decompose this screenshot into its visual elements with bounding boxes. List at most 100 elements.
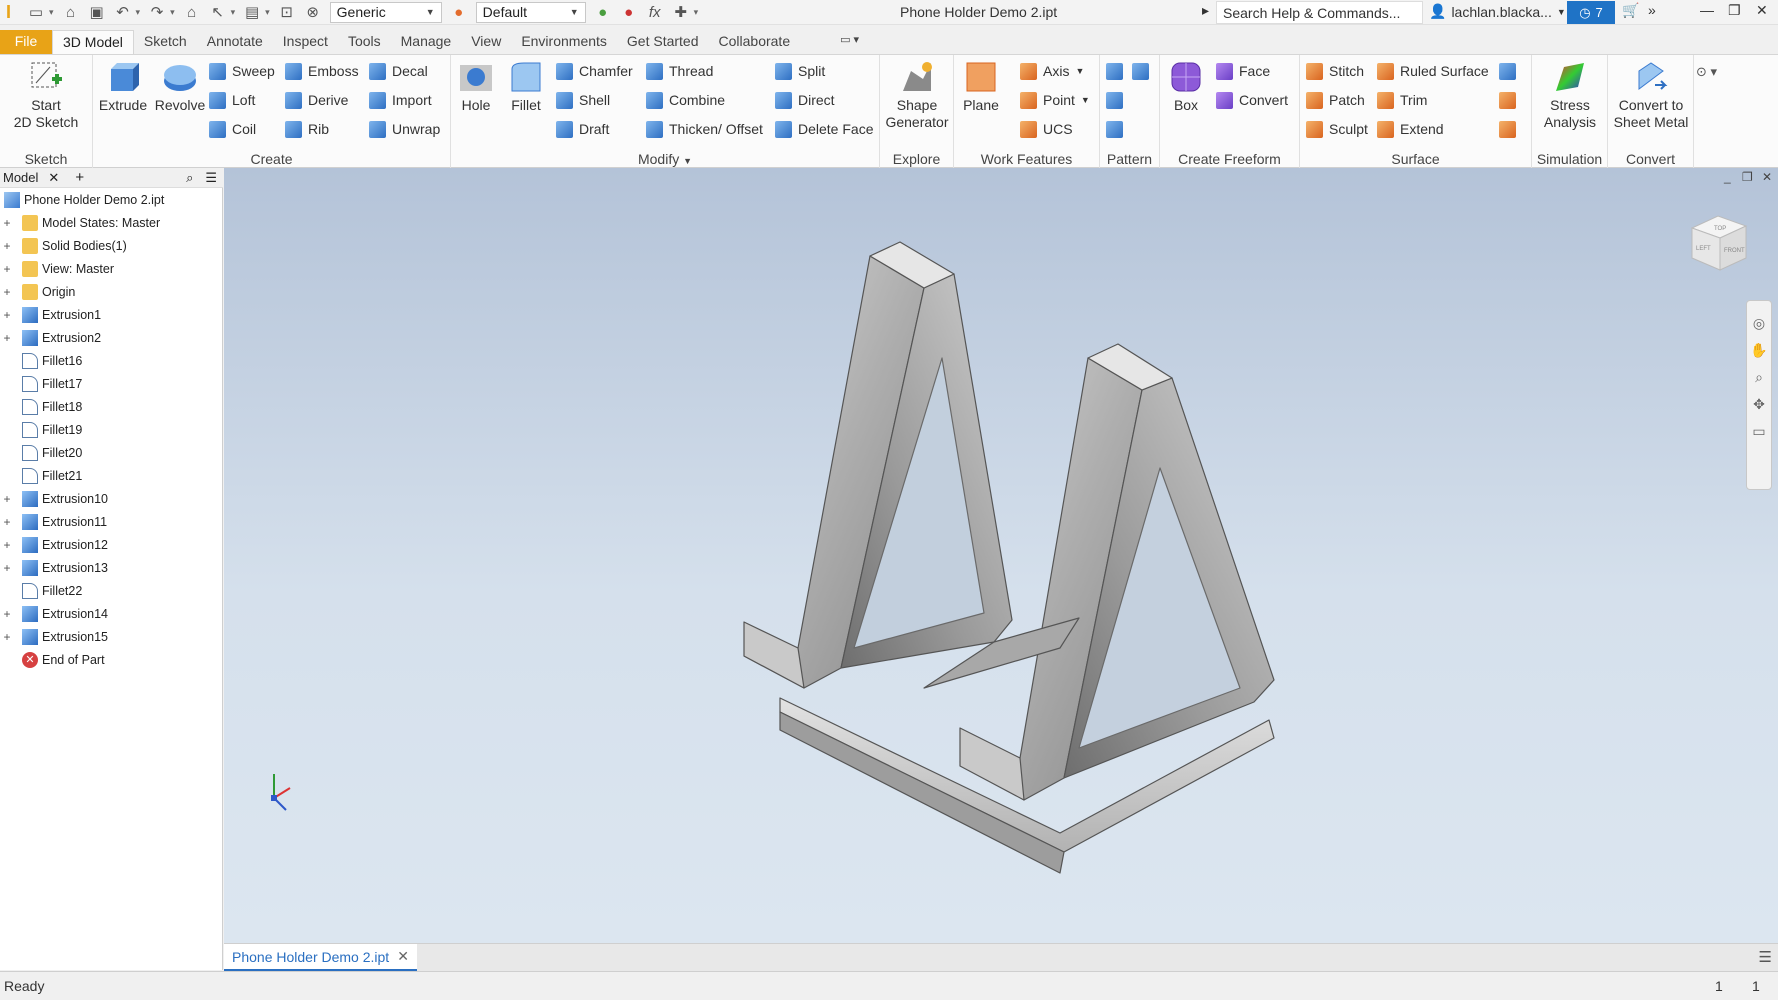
redo-dropdown-icon[interactable]: ▾ [170,7,175,18]
thread-button[interactable]: Thread [646,60,713,82]
patch-button[interactable]: Patch [1306,89,1365,111]
document-tab[interactable]: Phone Holder Demo 2.ipt ✕ [224,944,417,972]
surface-tool-2-button[interactable] [1499,89,1522,111]
browser-node[interactable]: Fillet22 [0,579,222,602]
menu-icon[interactable]: ☰ [205,170,217,186]
browser-node[interactable]: + Extrusion1 [0,303,222,326]
browser-node[interactable]: Fillet16 [0,349,222,372]
axis-button[interactable]: Axis ▼ [1020,60,1084,82]
close-icon[interactable]: ✕ [1756,2,1768,19]
viewport-minimize-icon[interactable]: _ [1724,170,1731,184]
graphics-viewport[interactable]: TOP LEFT FRONT ◎ ✋ ⌕ ✥ ▭ _ ❐ ✕ [224,168,1778,943]
extend-button[interactable]: Extend [1377,118,1444,140]
browser-node[interactable]: + Origin [0,280,222,303]
inventor-logo-icon[interactable]: I [6,2,11,23]
browser-node[interactable]: + Extrusion13 [0,556,222,579]
stitch-button[interactable]: Stitch [1306,60,1364,82]
orbit-icon[interactable]: ✥ [1753,396,1765,413]
material-select[interactable]: Generic ▼ [329,1,442,23]
browser-node[interactable]: + Extrusion15 [0,625,222,648]
ribbon-options-icon[interactable]: ⊙ ▾ [1696,61,1717,83]
redo-icon[interactable]: ↷ [146,1,168,23]
browser-node[interactable]: + Extrusion12 [0,533,222,556]
shell-button[interactable]: Shell [556,89,610,111]
notification-badge[interactable]: ◷ 7 [1567,1,1615,24]
ribbon-display-toggle-icon[interactable]: ▭ ▾ [830,30,869,54]
coil-button[interactable]: Coil [209,118,256,140]
browser-node[interactable]: + Extrusion2 [0,326,222,349]
update-icon[interactable]: ▤ [241,1,263,23]
browser-node[interactable]: Fillet21 [0,464,222,487]
select-icon[interactable]: ↖ [207,1,229,23]
surface-tool-1-button[interactable] [1499,60,1522,82]
select-dropdown-icon[interactable]: ▾ [231,7,236,18]
direct-button[interactable]: Direct [775,89,835,111]
browser-node[interactable]: Phone Holder Demo 2.ipt [0,188,222,211]
circular-pattern-button[interactable] [1106,89,1129,111]
mirror-button[interactable] [1132,60,1155,82]
tab-collaborate[interactable]: Collaborate [709,30,801,54]
browser-node[interactable]: + Extrusion10 [0,487,222,510]
fillet-button[interactable]: Fillet [503,59,549,114]
expand-toggle-icon[interactable]: + [0,515,14,529]
freeform-box-button[interactable]: Box [1164,59,1208,114]
undo-icon[interactable]: ↶ [112,1,134,23]
clear-appearance-icon[interactable]: ● [618,1,640,23]
minimize-icon[interactable]: — [1700,2,1714,18]
browser-node[interactable]: + Extrusion14 [0,602,222,625]
expand-toggle-icon[interactable]: + [0,331,14,345]
surface-tool-3-button[interactable] [1499,118,1522,140]
extrude-button[interactable]: Extrude [97,59,149,114]
close-icon[interactable]: ✕ [48,170,59,186]
adjust-appearance-icon[interactable]: ● [592,1,614,23]
close-icon[interactable]: ✕ [397,948,409,965]
trim-button[interactable]: Trim [1377,89,1427,111]
split-button[interactable]: Split [775,60,825,82]
rectangular-pattern-button[interactable] [1106,60,1129,82]
tab-sketch[interactable]: Sketch [134,30,197,54]
search-icon[interactable]: ⌕ [186,170,193,186]
tab-file[interactable]: File [0,30,52,54]
modify-group-menu[interactable]: Modify ▼ [451,151,879,167]
derive-button[interactable]: Derive [285,89,348,111]
thicken-offset-button[interactable]: Thicken/ Offset [646,118,763,140]
browser-node[interactable]: + Extrusion11 [0,510,222,533]
tab-menu-icon[interactable]: ☰ [1759,948,1772,966]
tab-environments[interactable]: Environments [511,30,617,54]
browser-node[interactable]: Fillet17 [0,372,222,395]
freeform-convert-button[interactable]: Convert [1216,89,1288,111]
view-cube[interactable]: TOP LEFT FRONT [1684,208,1754,278]
rib-button[interactable]: Rib [285,118,329,140]
browser-node[interactable]: Fillet19 [0,418,222,441]
plane-button[interactable]: Plane [958,59,1004,114]
expand-arrow-icon[interactable]: ▸ [1202,2,1209,19]
look-at-icon[interactable]: ▭ [1752,423,1765,440]
revolve-button[interactable]: Revolve [149,59,211,114]
zoom-icon[interactable]: ⌕ [1755,369,1763,386]
new-file-icon[interactable]: ▭ [25,1,47,23]
tab-view[interactable]: View [461,30,511,54]
expand-toggle-icon[interactable]: + [0,561,14,575]
chamfer-button[interactable]: Chamfer [556,60,633,82]
new-dropdown-icon[interactable]: ▾ [49,7,54,18]
parameters-fx-icon[interactable]: fx [644,1,666,23]
delete-face-button[interactable]: Delete Face [775,118,873,140]
start-2d-sketch-button[interactable]: Start 2D Sketch [10,59,82,131]
viewport-close-icon[interactable]: ✕ [1762,170,1772,184]
save-icon[interactable]: ▣ [86,1,108,23]
stress-analysis-button[interactable]: Stress Analysis [1536,59,1604,131]
restore-icon[interactable]: ❐ [1728,2,1741,19]
expand-toggle-icon[interactable]: + [0,239,14,253]
browser-node[interactable]: + Solid Bodies(1) [0,234,222,257]
emboss-button[interactable]: Emboss [285,60,359,82]
browser-node[interactable]: + View: Master [0,257,222,280]
point-button[interactable]: Point ▼ [1020,89,1090,111]
open-folder-icon[interactable]: ⌂ [60,1,82,23]
ruled-surface-button[interactable]: Ruled Surface [1377,60,1489,82]
ucs-button[interactable]: UCS [1020,118,1073,140]
browser-node[interactable]: Fillet18 [0,395,222,418]
browser-node[interactable]: ✕ End of Part [0,648,222,671]
undo-dropdown-icon[interactable]: ▾ [136,7,141,18]
expand-toggle-icon[interactable]: + [0,492,14,506]
expand-toggle-icon[interactable]: + [0,308,14,322]
